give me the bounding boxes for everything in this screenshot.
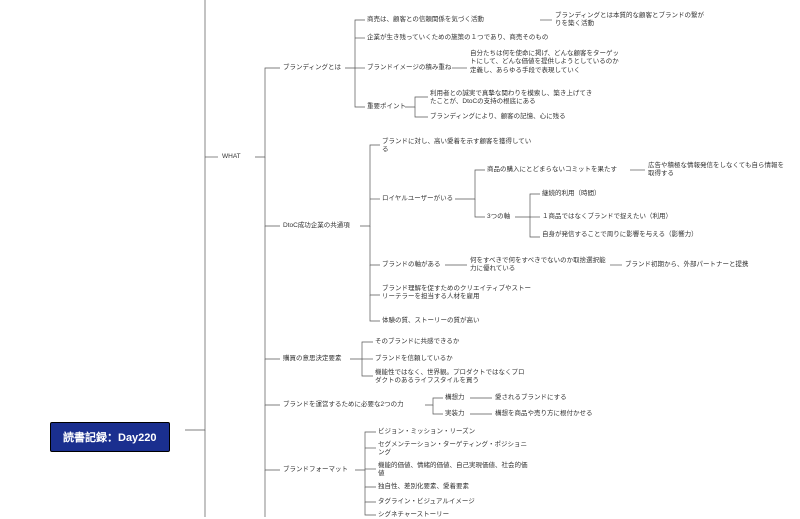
node-forces-n1-sub[interactable]: 愛されるブランドにする bbox=[495, 394, 567, 402]
node-dtoc-axes-a3[interactable]: 自身が発信することで周りに影響を与える（影響力） bbox=[542, 231, 697, 239]
node-purchase-n3[interactable]: 機能性ではなく、世界観。プロダクトではなくプロダクトのあるライフスタイルを買う bbox=[375, 369, 530, 386]
node-branding-n4[interactable]: 重要ポイント bbox=[367, 103, 406, 111]
node-format-n5[interactable]: タグライン・ビジュアルイメージ bbox=[378, 498, 475, 506]
node-dtoc-axis[interactable]: ブランドの軸がある bbox=[382, 261, 441, 269]
node-branding-n3[interactable]: ブランドイメージの積み重ね bbox=[367, 64, 451, 72]
node-branding-n2[interactable]: 企業が生き残っていくための施策の１つであり、商売そのもの bbox=[367, 34, 548, 42]
node-dtoc-quality[interactable]: 体験の質、ストーリーの質が高い bbox=[382, 317, 480, 325]
node-dtoc-loyal[interactable]: ロイヤルユーザーがいる bbox=[382, 195, 453, 203]
node-dtoc-axis-sub2[interactable]: ブランド初期から、外部パートナーと提携 bbox=[625, 261, 749, 269]
node-dtoc[interactable]: DtoC成功企業の共通項 bbox=[283, 222, 350, 230]
node-format-n1[interactable]: ビジョン・ミッション・リーズン bbox=[378, 428, 475, 436]
node-dtoc-axes-a1[interactable]: 継続的利用（時間） bbox=[542, 190, 601, 198]
node-forces-n1[interactable]: 構想力 bbox=[445, 394, 465, 402]
node-branding-n1-sub[interactable]: ブランディングとは本質的な顧客とブランドの繋がりを築く活動 bbox=[555, 12, 705, 29]
node-purchase-n1[interactable]: そのブランドに共感できるか bbox=[375, 338, 459, 346]
node-format[interactable]: ブランドフォーマット bbox=[283, 466, 348, 474]
node-forces[interactable]: ブランドを運営するために必要な2つの力 bbox=[283, 401, 404, 409]
node-branding-n1[interactable]: 商売は、顧客との信頼関係を気づく活動 bbox=[367, 16, 484, 24]
node-forces-n2[interactable]: 実装力 bbox=[445, 410, 465, 418]
node-branding[interactable]: ブランディングとは bbox=[283, 64, 341, 72]
node-dtoc-talent[interactable]: ブランド理解を促すためのクリエイティブやストーリーテラーを担当する人材を雇用 bbox=[382, 285, 532, 302]
node-dtoc-axes[interactable]: 3つの軸 bbox=[487, 213, 510, 221]
node-branding-n3-sub[interactable]: 自分たちは何を使命に掲げ、どんな顧客をターゲットにして、どんな価値を提供しようと… bbox=[470, 50, 625, 75]
node-format-n6[interactable]: シグネチャーストーリー bbox=[378, 511, 449, 519]
node-forces-n2-sub[interactable]: 構想を商品や売り方に根付かせる bbox=[495, 410, 593, 418]
node-format-n2[interactable]: セグメンテーション・ターゲティング・ポジショニング bbox=[378, 441, 528, 458]
root-node[interactable]: 読書記録：Day220 bbox=[50, 422, 170, 452]
node-purchase-n2[interactable]: ブランドを信頼しているか bbox=[375, 355, 453, 363]
node-purchase[interactable]: 購買の意思決定要素 bbox=[283, 355, 342, 363]
node-dtoc-axes-a2[interactable]: １商品ではなくブランドで捉えたい（利用） bbox=[542, 213, 672, 221]
node-dtoc-loyal-c1-sub[interactable]: 広告や積極な情報発信をしなくても自ら情報を取得する bbox=[648, 162, 788, 179]
node-branding-n4-sub2[interactable]: ブランディングにより、顧客の記憶、心に残る bbox=[430, 113, 566, 121]
node-dtoc-n1[interactable]: ブランドに対し、高い愛着を示す顧客を獲得している bbox=[382, 138, 532, 155]
node-format-n3[interactable]: 機能的価値、情緒的価値、自己実現価値、社会的価値 bbox=[378, 462, 528, 479]
section-what[interactable]: WHAT bbox=[222, 153, 241, 161]
node-format-n4[interactable]: 独自性、差別化要素、愛着要素 bbox=[378, 483, 469, 491]
node-branding-n4-sub1[interactable]: 利用者との誠実で真摯な関わりを模索し、築き上げてきたことが、DtoCの支持の根底… bbox=[430, 90, 595, 107]
node-dtoc-loyal-c1[interactable]: 商品の購入にとどまらないコミットを果たす bbox=[487, 166, 617, 174]
node-dtoc-axis-sub[interactable]: 何をすべきで何をすべきでないのか取捨選択能力に優れている bbox=[470, 257, 610, 274]
